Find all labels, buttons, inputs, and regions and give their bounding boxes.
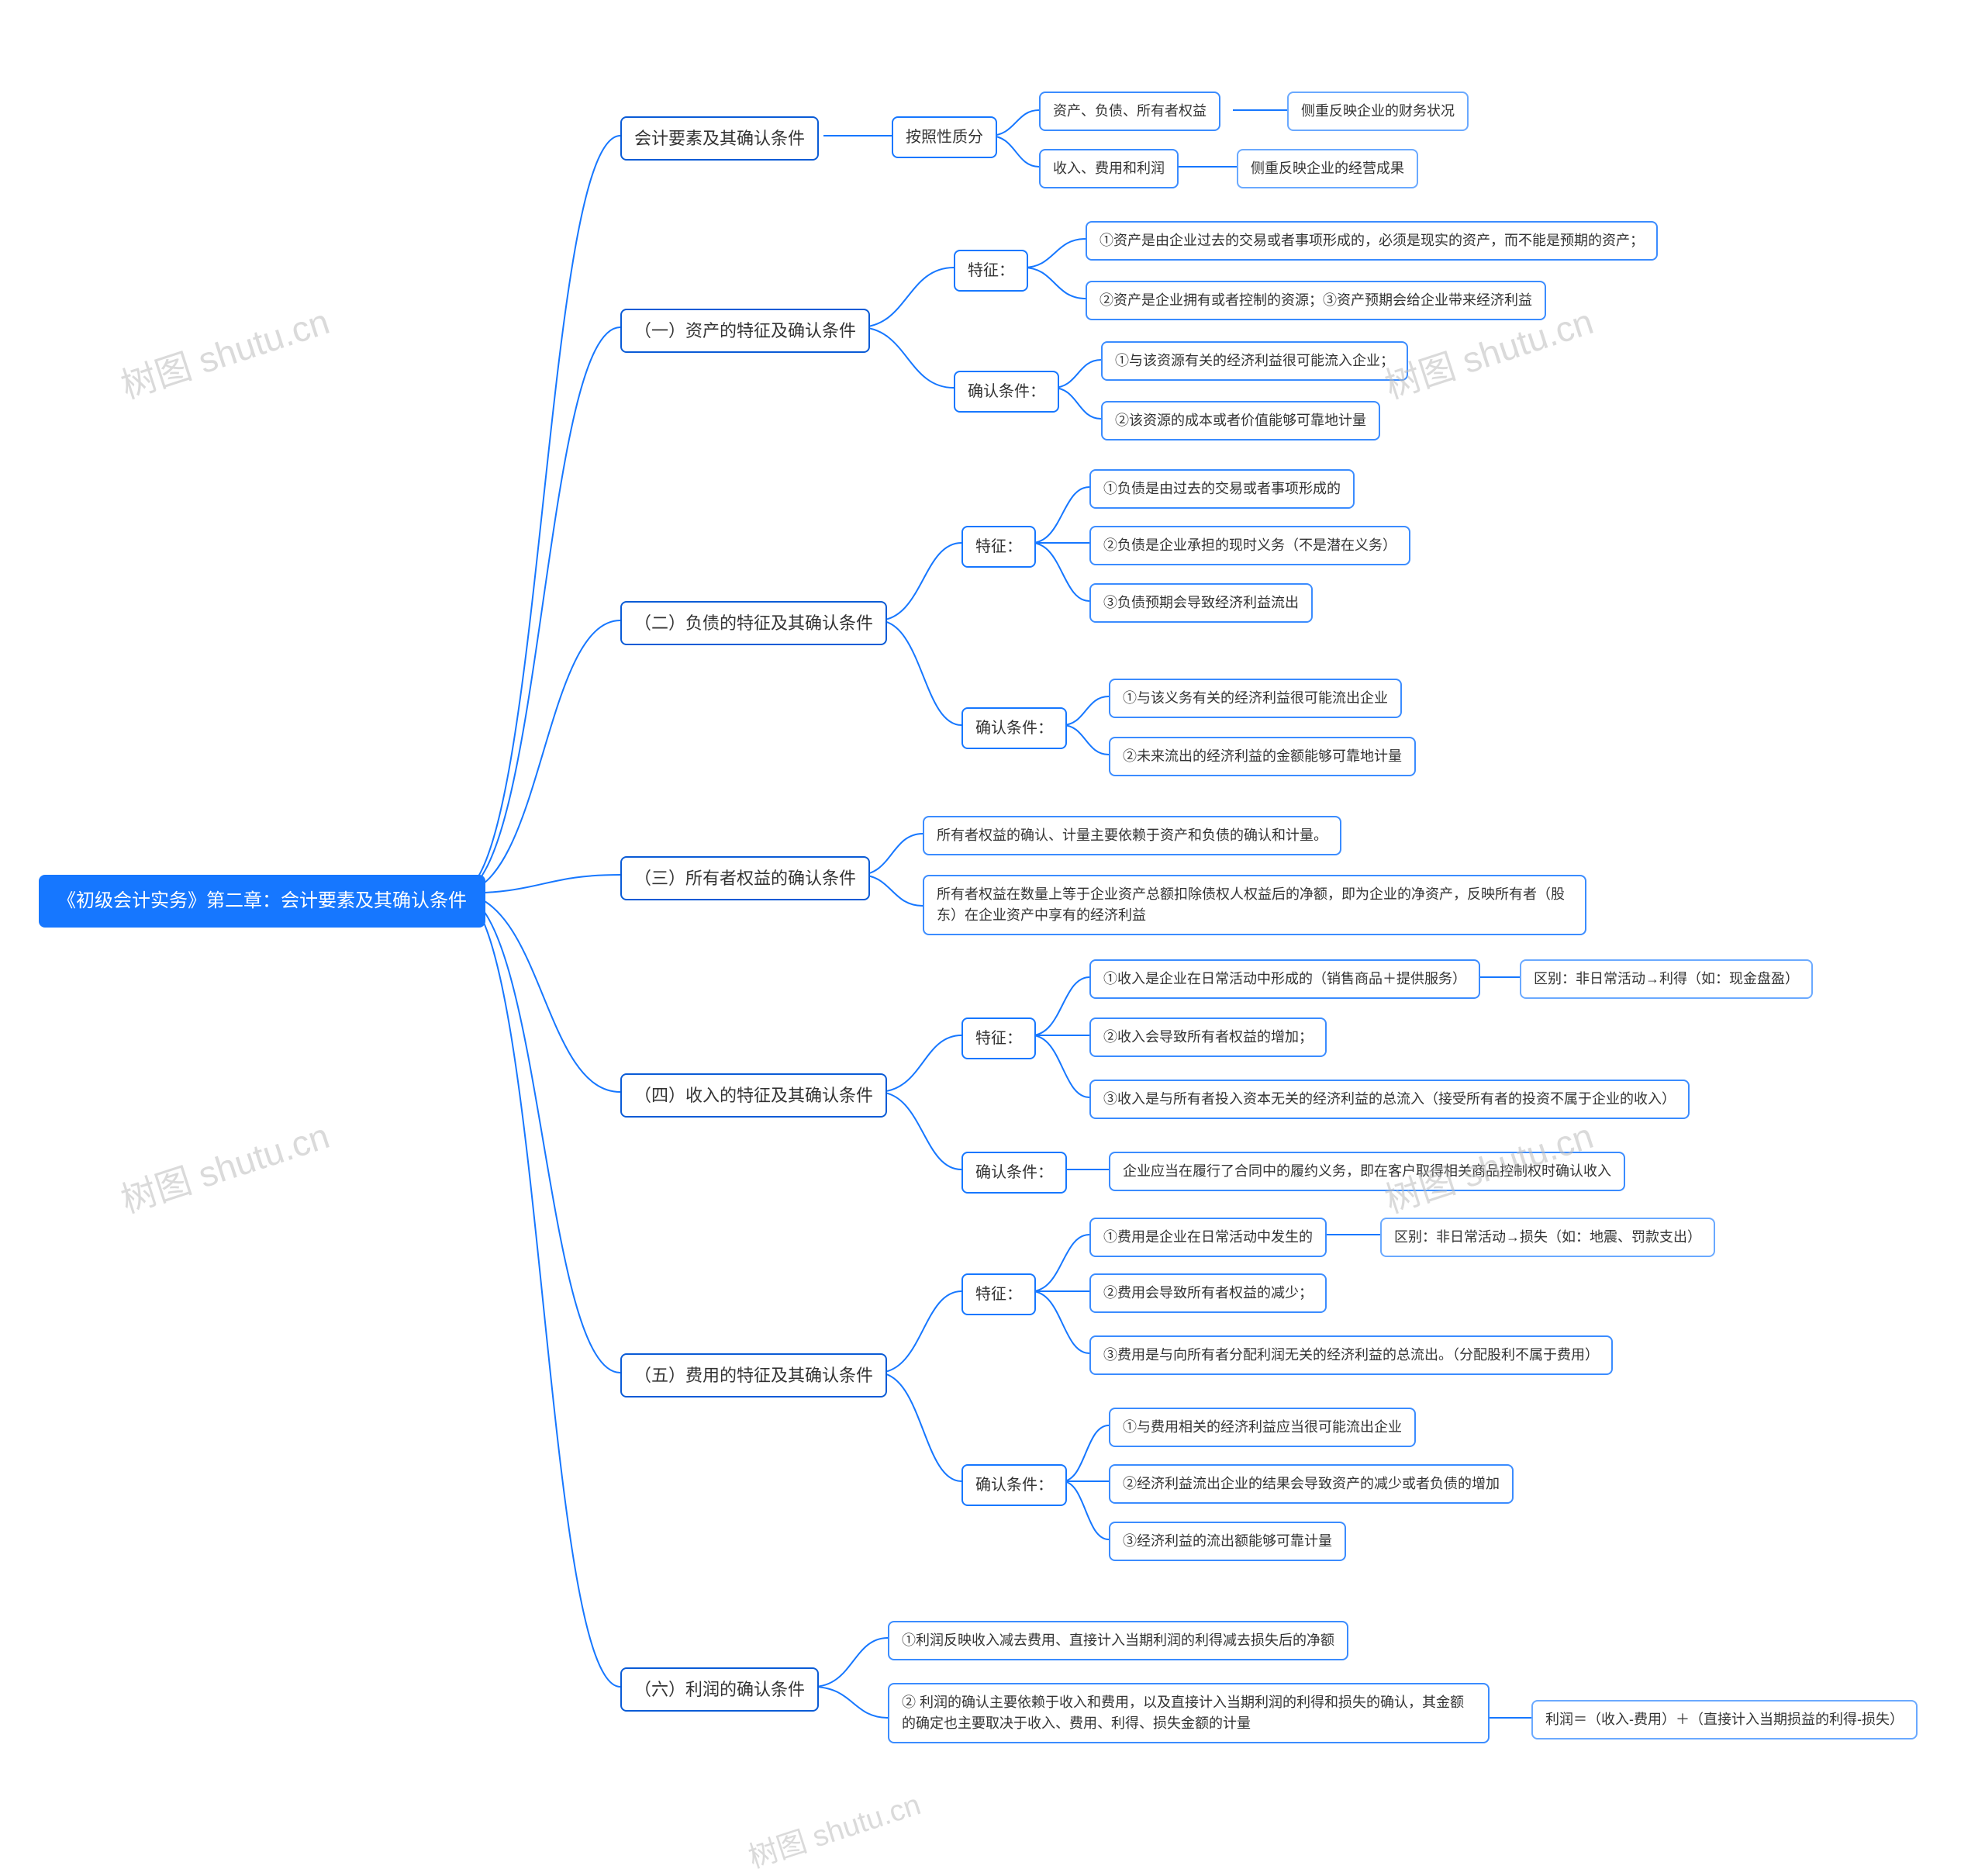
node-e-tz2[interactable]: ②收入会导致所有者权益的增加； — [1089, 1017, 1327, 1057]
node-f-tz3[interactable]: ③费用是与向所有者分配利润无关的经济利益的总流出。（分配股利不属于费用） — [1089, 1335, 1613, 1375]
node-c-qr[interactable]: 确认条件： — [961, 707, 1067, 749]
node-f-tz1[interactable]: ①费用是企业在日常活动中发生的 — [1089, 1218, 1327, 1257]
node-c-tz1[interactable]: ①负债是由过去的交易或者事项形成的 — [1089, 469, 1355, 509]
node-f[interactable]: （五）费用的特征及其确认条件 — [620, 1353, 887, 1397]
node-c-qr1[interactable]: ①与该义务有关的经济利益很可能流出企业 — [1109, 679, 1402, 718]
node-e-tz[interactable]: 特征： — [961, 1017, 1036, 1059]
node-b-qr2[interactable]: ②该资源的成本或者价值能够可靠地计量 — [1101, 401, 1380, 440]
node-c-tz3[interactable]: ③负债预期会导致经济利益流出 — [1089, 583, 1313, 623]
node-b-qr[interactable]: 确认条件： — [954, 371, 1059, 413]
node-f-tz1n[interactable]: 区别：非日常活动→损失（如：地震、罚款支出） — [1380, 1218, 1715, 1257]
root-node[interactable]: 《初级会计实务》第二章：会计要素及其确认条件 — [39, 875, 485, 928]
node-c-tz2[interactable]: ②负债是企业承担的现时义务（不是潜在义务） — [1089, 526, 1410, 565]
node-f-qr3[interactable]: ③经济利益的流出额能够可靠计量 — [1109, 1522, 1346, 1561]
node-d-t2[interactable]: 所有者权益在数量上等于企业资产总额扣除债权人权益后的净额，即为企业的净资产，反映… — [923, 875, 1586, 935]
node-g-t2n[interactable]: 利润＝（收入-费用）＋（直接计入当期损益的利得-损失） — [1531, 1700, 1918, 1740]
node-c[interactable]: （二）负债的特征及其确认条件 — [620, 601, 887, 645]
node-b-tz2[interactable]: ②资产是企业拥有或者控制的资源；③资产预期会给企业带来经济利益 — [1086, 281, 1546, 320]
node-b-qr1[interactable]: ①与该资源有关的经济利益很可能流入企业； — [1101, 341, 1408, 381]
node-g-t2[interactable]: ② 利润的确认主要依赖于收入和费用，以及直接计入当期利润的利得和损失的确认，其金… — [888, 1683, 1490, 1743]
node-f-qr1[interactable]: ①与费用相关的经济利益应当很可能流出企业 — [1109, 1408, 1416, 1447]
node-e[interactable]: （四）收入的特征及其确认条件 — [620, 1073, 887, 1118]
node-a1n[interactable]: 侧重反映企业的财务状况 — [1287, 92, 1469, 131]
node-e-tz1n[interactable]: 区别：非日常活动→利得（如：现金盘盈） — [1520, 959, 1813, 999]
node-d-t1[interactable]: 所有者权益的确认、计量主要依赖于资产和负债的确认和计量。 — [923, 816, 1341, 855]
node-a2[interactable]: 收入、费用和利润 — [1039, 149, 1179, 188]
node-g[interactable]: （六）利润的确认条件 — [620, 1667, 819, 1712]
node-d[interactable]: （三）所有者权益的确认条件 — [620, 856, 870, 900]
node-e-tz1[interactable]: ①收入是企业在日常活动中形成的（销售商品＋提供服务） — [1089, 959, 1480, 999]
node-a2n[interactable]: 侧重反映企业的经营成果 — [1237, 149, 1418, 188]
node-g-t1[interactable]: ①利润反映收入减去费用、直接计入当期利润的利得减去损失后的净额 — [888, 1621, 1348, 1660]
node-e-tz3[interactable]: ③收入是与所有者投入资本无关的经济利益的总流入（接受所有者的投资不属于企业的收入… — [1089, 1080, 1690, 1119]
node-b-tz1[interactable]: ①资产是由企业过去的交易或者事项形成的，必须是现实的资产，而不能是预期的资产； — [1086, 221, 1658, 261]
node-b[interactable]: （一）资产的特征及确认条件 — [620, 309, 870, 353]
node-b-tz[interactable]: 特征： — [954, 250, 1028, 292]
node-f-tz2[interactable]: ②费用会导致所有者权益的减少； — [1089, 1273, 1327, 1313]
node-f-qr[interactable]: 确认条件： — [961, 1464, 1067, 1506]
node-c-qr2[interactable]: ②未来流出的经济利益的金额能够可靠地计量 — [1109, 737, 1416, 776]
node-a-by[interactable]: 按照性质分 — [892, 116, 997, 158]
node-c-tz[interactable]: 特征： — [961, 526, 1036, 568]
node-a[interactable]: 会计要素及其确认条件 — [620, 116, 819, 161]
node-a1[interactable]: 资产、负债、所有者权益 — [1039, 92, 1220, 131]
node-e-qr1[interactable]: 企业应当在履行了合同中的履约义务，即在客户取得相关商品控制权时确认收入 — [1109, 1152, 1625, 1191]
node-f-qr2[interactable]: ②经济利益流出企业的结果会导致资产的减少或者负债的增加 — [1109, 1464, 1514, 1504]
node-e-qr[interactable]: 确认条件： — [961, 1152, 1067, 1194]
node-f-tz[interactable]: 特征： — [961, 1273, 1036, 1315]
